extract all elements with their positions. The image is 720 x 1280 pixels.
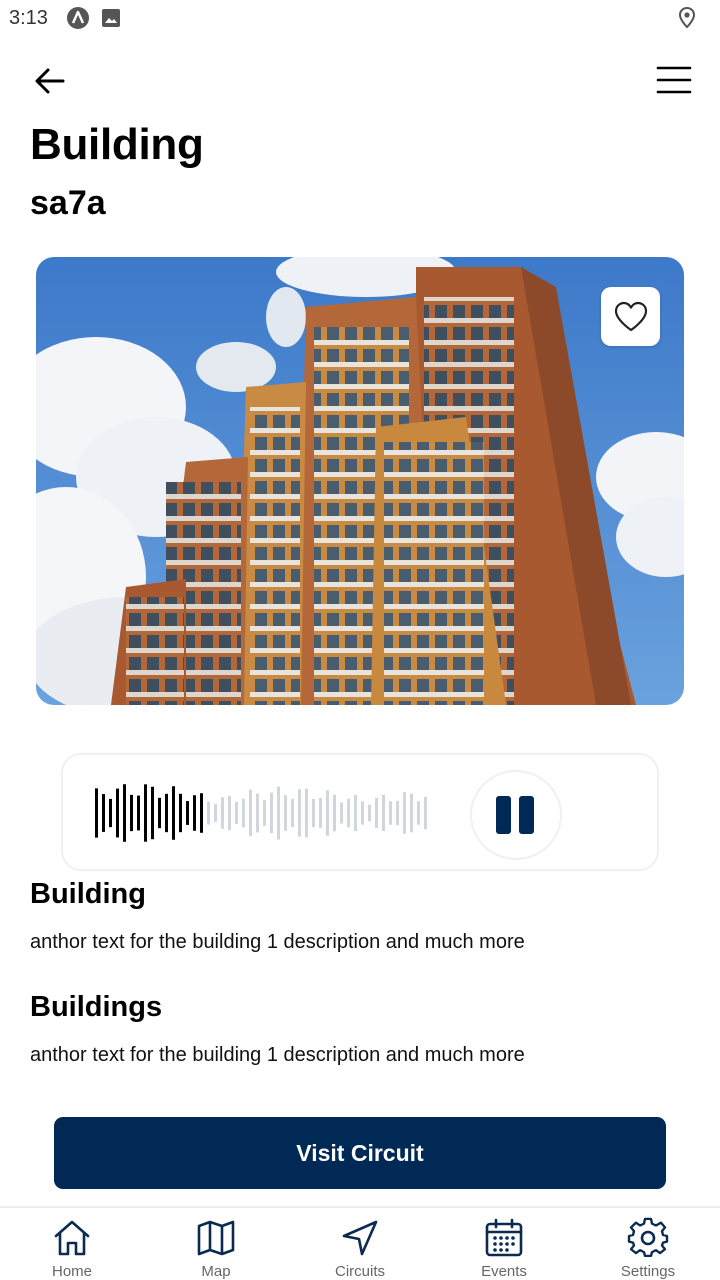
nav-item-home[interactable]: Home xyxy=(0,1208,144,1280)
waveform-bar xyxy=(193,795,196,831)
waveform-bar xyxy=(424,796,427,830)
nav-label: Events xyxy=(481,1263,527,1280)
pause-icon xyxy=(496,796,534,834)
page-title: Building xyxy=(30,120,204,169)
waveform-bar xyxy=(403,792,406,834)
nav-item-settings[interactable]: Settings xyxy=(576,1208,720,1280)
waveform-bar xyxy=(249,789,252,837)
waveform-bar xyxy=(235,801,238,825)
section-description: anthor text for the building 1 descripti… xyxy=(30,931,525,953)
waveform-bar xyxy=(242,798,245,828)
hamburger-menu-icon xyxy=(656,66,692,94)
waveform-bar xyxy=(389,801,392,825)
page-subtitle: sa7a xyxy=(30,184,106,222)
calendar-icon xyxy=(485,1218,523,1257)
waveform-bar xyxy=(347,798,350,828)
menu-button[interactable] xyxy=(654,60,694,100)
waveform-bar xyxy=(116,788,119,838)
waveform-bar xyxy=(172,786,175,840)
waveform-bar xyxy=(277,786,280,840)
waveform-bar xyxy=(214,804,217,822)
waveform-bar xyxy=(186,801,189,825)
waveform-bar xyxy=(368,804,371,822)
section-title: Buildings xyxy=(30,991,163,1023)
waveform-bar xyxy=(305,788,308,838)
waveform-bar xyxy=(144,784,147,842)
nav-label: Map xyxy=(201,1263,231,1280)
map-icon xyxy=(197,1220,235,1256)
nav-label: Circuits xyxy=(334,1263,385,1280)
waveform-bar xyxy=(95,788,98,838)
nav-label: Settings xyxy=(620,1263,676,1280)
waveform-bar xyxy=(109,798,112,828)
section-description: anthor text for the building 1 descripti… xyxy=(30,1044,525,1066)
image-icon xyxy=(101,8,121,28)
waveform-bar xyxy=(179,793,182,833)
arrow-left-icon xyxy=(35,68,65,94)
waveform-bar xyxy=(417,801,420,825)
waveform-bar xyxy=(361,801,364,825)
nav-label: Home xyxy=(51,1263,92,1280)
waveform-bar xyxy=(151,786,154,840)
building-photo xyxy=(36,257,684,705)
waveform-bar xyxy=(102,794,105,832)
gear-icon xyxy=(627,1217,669,1258)
audio-waveform[interactable] xyxy=(93,775,433,851)
location-pin-icon xyxy=(678,6,696,30)
bottom-navigation: Home Map Circuits Events Settings xyxy=(0,1206,720,1280)
waveform-bar xyxy=(200,793,203,833)
waveform-bar xyxy=(298,789,301,837)
waveform-bar xyxy=(221,797,224,829)
visit-circuit-button[interactable]: Visit Circuit xyxy=(54,1117,666,1189)
waveform-bar xyxy=(270,792,273,834)
waveform-bar xyxy=(326,790,329,836)
waveform-bar xyxy=(354,794,357,832)
waveform-bar xyxy=(312,798,315,828)
audio-player xyxy=(61,753,659,871)
waveform-bar xyxy=(382,795,385,831)
waveform-bar xyxy=(256,793,259,833)
nav-item-map[interactable]: Map xyxy=(144,1208,288,1280)
waveform-bar xyxy=(228,795,231,831)
home-icon xyxy=(54,1220,90,1256)
waveform-bar xyxy=(137,795,140,831)
waveform-bar xyxy=(284,795,287,831)
nav-item-circuits[interactable]: Circuits xyxy=(288,1208,432,1280)
waveform-bar xyxy=(207,801,210,825)
waveform-bar xyxy=(333,794,336,832)
waveform-bar xyxy=(340,802,343,824)
app-a-icon xyxy=(67,7,89,29)
status-bar: 3:13 xyxy=(0,0,720,38)
waveform-bar xyxy=(319,798,322,828)
waveform-bar xyxy=(410,793,413,833)
status-time: 3:13 xyxy=(9,7,48,29)
pause-button[interactable] xyxy=(470,770,562,860)
waveform-bar xyxy=(263,800,266,826)
nav-item-events[interactable]: Events xyxy=(432,1208,576,1280)
waveform-bar xyxy=(291,798,294,828)
navigation-arrow-icon xyxy=(342,1220,378,1256)
favorite-button[interactable] xyxy=(601,287,660,346)
back-button[interactable] xyxy=(30,62,70,100)
waveform-bar xyxy=(396,800,399,826)
waveform-bar xyxy=(165,793,168,833)
section-title: Building xyxy=(30,878,146,910)
waveform-bar xyxy=(158,797,161,829)
waveform-bar xyxy=(123,784,126,842)
heart-outline-icon xyxy=(614,301,647,331)
waveform-bar xyxy=(375,797,378,829)
waveform-bar xyxy=(130,794,133,832)
